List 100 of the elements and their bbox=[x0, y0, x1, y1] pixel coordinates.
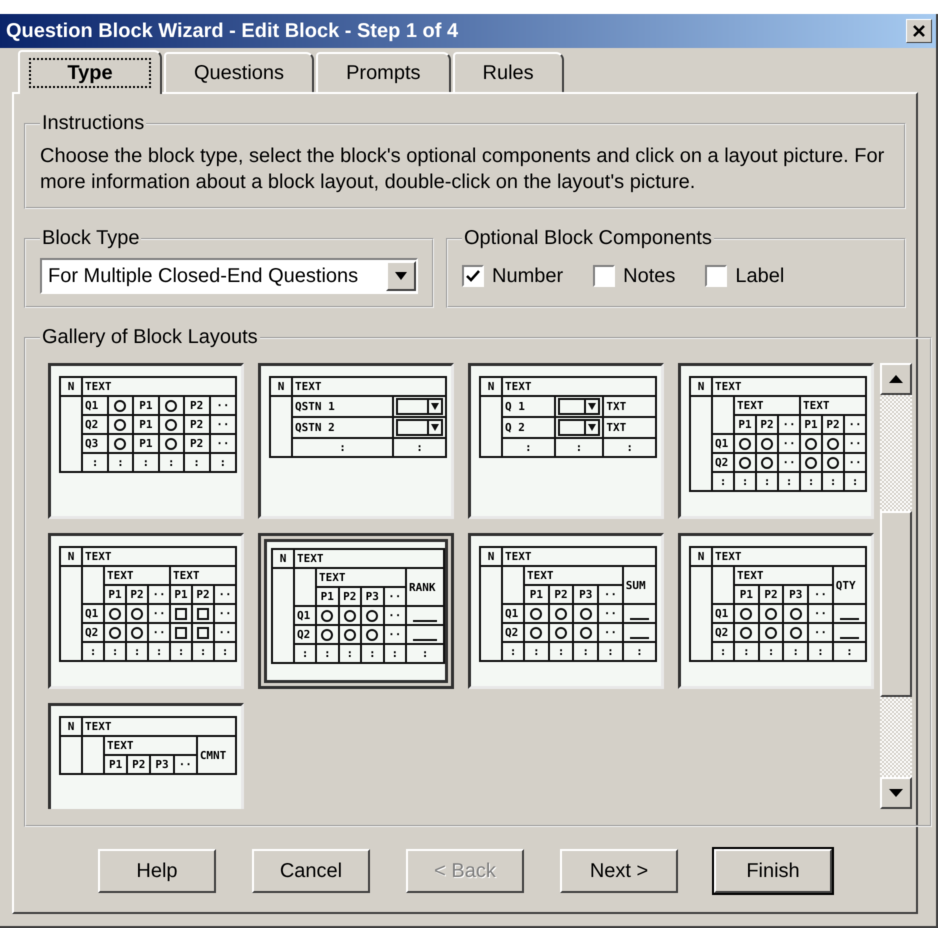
tab[interactable]: Rules bbox=[452, 52, 564, 92]
layout-label: P2 bbox=[764, 588, 778, 601]
radio-icon bbox=[530, 626, 542, 639]
layout-label: TEXT bbox=[295, 380, 322, 393]
layout-label: N bbox=[280, 552, 286, 565]
close-button[interactable] bbox=[906, 19, 932, 43]
layout-label: TXT bbox=[606, 400, 626, 413]
radio-icon bbox=[165, 418, 178, 431]
layout-label: : bbox=[422, 647, 428, 660]
layout-label: TEXT bbox=[85, 720, 112, 733]
layout-label: N bbox=[68, 550, 74, 563]
layout-label: : bbox=[193, 456, 200, 469]
layout-label: QTY bbox=[836, 578, 856, 592]
radio-icon bbox=[740, 608, 752, 620]
radio-icon bbox=[344, 610, 356, 622]
checkbox[interactable] bbox=[593, 265, 616, 287]
layout-picture[interactable]: N TEXT TEXT TEXT P1 P2 ·· P1 P2 ·· Q1 ·· ·· Q2 ·· ·· : : : : : : : bbox=[678, 363, 874, 519]
tab[interactable]: Type bbox=[18, 50, 162, 94]
layout-picture[interactable]: N TEXT QSTN 1 QSTN 2 : : bbox=[258, 363, 454, 519]
radio-icon bbox=[761, 456, 773, 469]
tab[interactable]: Questions bbox=[164, 52, 314, 92]
checkbox-label[interactable]: Number bbox=[492, 264, 564, 288]
layout-picture[interactable]: N TEXT TEXT QTY P1 P2 P3 ·· Q1 ·· Q2 ·· : : : : : : bbox=[678, 533, 874, 689]
checkbox[interactable] bbox=[705, 265, 728, 287]
layout-label: P2 bbox=[196, 588, 210, 601]
scroll-thumb[interactable] bbox=[880, 511, 912, 697]
layout-picture[interactable]: N TEXT Q1 P1 P2 ·· Q2 P1 P2 ·· Q3 P1 P2 ·· : : : : : : bbox=[48, 363, 244, 519]
layout-picture[interactable]: N TEXT Q 1 TXT Q 2 TXT : : : bbox=[468, 363, 664, 519]
radio-icon bbox=[765, 626, 778, 639]
layout-label: Q2 bbox=[715, 456, 728, 469]
layout-label: ·· bbox=[388, 609, 402, 622]
layout-label: P2 bbox=[190, 418, 204, 431]
layout-label: TEXT bbox=[319, 571, 346, 584]
layout-label: : bbox=[416, 441, 423, 454]
radio-icon bbox=[827, 438, 839, 450]
block-type-dropdown[interactable]: For Multiple Closed-End Questions bbox=[40, 258, 418, 294]
layout-label: : bbox=[178, 645, 184, 658]
layout-label: : bbox=[142, 456, 150, 469]
up-arrow-icon bbox=[889, 375, 903, 383]
layout-label: RANK bbox=[409, 580, 436, 594]
radio-icon bbox=[366, 610, 378, 622]
layout-label: ·· bbox=[604, 626, 618, 639]
radio-icon bbox=[827, 456, 839, 469]
layout-label: N bbox=[698, 550, 704, 563]
layout-label: TXT bbox=[606, 421, 626, 434]
layout-label: N bbox=[68, 380, 74, 393]
layout-label: ·· bbox=[152, 588, 166, 601]
layout-label: P2 bbox=[343, 590, 356, 603]
layout-picture[interactable]: N TEXT TEXT CMNT P1 P2 P3 ·· bbox=[48, 703, 244, 809]
dialog-button[interactable]: Finish bbox=[714, 849, 832, 893]
radio-icon bbox=[739, 438, 751, 450]
layout-label: : bbox=[582, 645, 590, 658]
layout-label: TEXT bbox=[505, 380, 532, 393]
layout-label: ·· bbox=[216, 437, 230, 450]
scroll-up-button[interactable] bbox=[880, 363, 912, 395]
group-label: Gallery of Block Layouts bbox=[41, 326, 259, 349]
layout-label: ·· bbox=[782, 456, 796, 469]
tab[interactable]: Prompts bbox=[316, 52, 451, 92]
checkbox-label[interactable]: Notes bbox=[623, 264, 676, 288]
radio-icon bbox=[765, 608, 778, 620]
layout-label: P3 bbox=[579, 588, 592, 601]
dialog-button[interactable]: Help bbox=[98, 849, 216, 893]
layout-label: P1 bbox=[108, 588, 122, 601]
layout-label: ·· bbox=[848, 437, 862, 450]
layout-label: ·· bbox=[216, 399, 230, 412]
dropdown-drawing bbox=[558, 398, 600, 415]
layout-label: : bbox=[339, 441, 346, 454]
layout-label: ·· bbox=[218, 588, 232, 601]
radio-icon bbox=[109, 626, 121, 639]
checkbox[interactable] bbox=[462, 265, 484, 287]
down-arrow-icon bbox=[889, 789, 903, 797]
layout-label: TEXT bbox=[297, 552, 324, 565]
layout-label: : bbox=[117, 456, 124, 469]
scroll-down-button[interactable] bbox=[880, 777, 912, 809]
layout-picture[interactable]: N TEXT TEXT SUM P1 P2 P3 ·· Q1 ·· Q2 ·· : : : : : : bbox=[468, 533, 664, 689]
layout-label: Q 2 bbox=[505, 421, 525, 434]
layout-label: TEXT bbox=[803, 399, 830, 412]
radio-icon bbox=[131, 608, 143, 620]
radio-icon bbox=[114, 418, 126, 431]
layout-label: ·· bbox=[604, 607, 618, 620]
radio-icon bbox=[321, 610, 334, 622]
radio-icon bbox=[366, 628, 378, 641]
radio-icon bbox=[321, 628, 334, 641]
layout-picture[interactable]: N TEXT TEXT TEXT P1 P2 ·· P1 P2 ·· Q1 ·· ·· Q2 ·· ·· : : : : : : : bbox=[48, 533, 244, 689]
layout-label: : bbox=[558, 645, 564, 658]
layout-label: : bbox=[391, 647, 398, 660]
layout-label: ·· bbox=[848, 456, 862, 469]
dialog-button[interactable]: Cancel bbox=[252, 849, 370, 893]
checkbox-label[interactable]: Label bbox=[735, 264, 784, 288]
layout-picture[interactable]: N TEXT TEXT RANK P1 P2 P3 ·· Q1 ·· Q2 ·· : : : : : : bbox=[258, 533, 454, 689]
layout-label: : bbox=[768, 645, 774, 658]
layout-label: ·· bbox=[216, 418, 230, 431]
layout-label: : bbox=[792, 645, 800, 658]
scrollbar[interactable] bbox=[880, 363, 912, 809]
dialog-button[interactable]: Next > bbox=[560, 849, 678, 893]
layout-label: : bbox=[786, 475, 792, 488]
layout-label: : bbox=[830, 475, 836, 488]
layout-label: ·· bbox=[178, 758, 192, 771]
layout-label: : bbox=[368, 647, 376, 660]
radio-icon bbox=[805, 456, 817, 469]
